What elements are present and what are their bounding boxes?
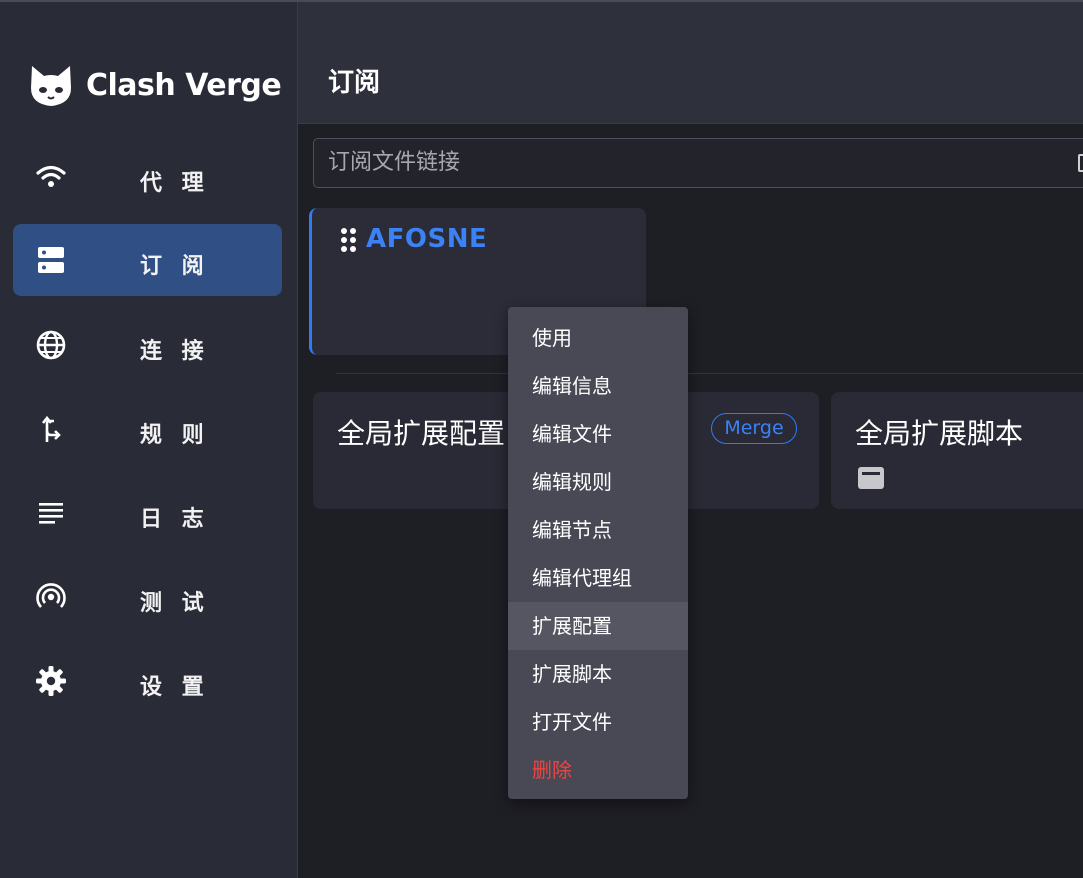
- menu-item-extend-script[interactable]: 扩展脚本: [508, 650, 688, 698]
- sidebar-item-label: 订 阅: [140, 254, 210, 279]
- sidebar: Clash Verge 代 理 订 阅 连 接 规 则 日 志 测 试 设 置: [0, 0, 298, 878]
- page-title: 订阅: [328, 68, 381, 98]
- merge-badge: Merge: [711, 413, 797, 444]
- sidebar-item-settings[interactable]: 设 置: [13, 645, 282, 717]
- sidebar-item-proxy[interactable]: 代 理: [13, 141, 282, 213]
- wifi-icon: [36, 165, 66, 187]
- broadcast-icon: [36, 583, 66, 608]
- menu-item-use[interactable]: 使用: [508, 314, 688, 362]
- menu-item-open-file[interactable]: 打开文件: [508, 698, 688, 746]
- sidebar-item-test[interactable]: 测 试: [13, 561, 282, 633]
- cat-logo-icon: [31, 66, 71, 106]
- sidebar-item-logs[interactable]: 日 志: [13, 477, 282, 549]
- fork-arrow-icon: [41, 415, 61, 442]
- sidebar-item-label: 测 试: [140, 591, 210, 616]
- menu-item-edit-proxy-groups[interactable]: 编辑代理组: [508, 554, 688, 602]
- sidebar-item-connections[interactable]: 连 接: [13, 309, 282, 381]
- lines-icon: [39, 503, 63, 524]
- script-icon: [858, 467, 884, 489]
- divider: [336, 373, 1083, 374]
- sidebar-item-label: 规 则: [140, 423, 210, 448]
- sidebar-item-label: 代 理: [140, 171, 210, 196]
- merge-card-title: 全局扩展配置: [337, 417, 506, 450]
- subscription-url-input[interactable]: 订阅文件链接: [313, 138, 1083, 188]
- gear-icon: [36, 666, 66, 696]
- script-card-title: 全局扩展脚本: [855, 417, 1024, 450]
- sidebar-item-label: 设 置: [140, 675, 210, 700]
- menu-item-edit-nodes[interactable]: 编辑节点: [508, 506, 688, 554]
- drag-handle-icon[interactable]: [341, 228, 357, 252]
- sidebar-item-label: 日 志: [140, 507, 210, 532]
- app-logo: Clash Verge: [26, 60, 282, 110]
- sidebar-item-rules[interactable]: 规 则: [13, 393, 282, 465]
- global-script-card[interactable]: 全局扩展脚本: [831, 392, 1083, 509]
- sidebar-item-subscription[interactable]: 订 阅: [13, 224, 282, 296]
- context-menu: 使用 编辑信息 编辑文件 编辑规则 编辑节点 编辑代理组 扩展配置 扩展脚本 打…: [508, 307, 688, 799]
- profile-name: AFOSNE: [366, 224, 488, 254]
- app-name: Clash Verge: [86, 67, 282, 103]
- paste-icon[interactable]: [1078, 154, 1083, 172]
- menu-item-delete[interactable]: 删除: [508, 746, 688, 794]
- page-header: 订阅: [298, 2, 1083, 124]
- sidebar-item-label: 连 接: [140, 339, 210, 364]
- globe-icon: [36, 330, 66, 360]
- menu-item-edit-file[interactable]: 编辑文件: [508, 410, 688, 458]
- menu-item-extend-config[interactable]: 扩展配置: [508, 602, 688, 650]
- menu-item-edit-info[interactable]: 编辑信息: [508, 362, 688, 410]
- app-window: Clash Verge 代 理 订 阅 连 接 规 则 日 志 测 试 设 置 …: [0, 0, 1083, 878]
- menu-item-edit-rules[interactable]: 编辑规则: [508, 458, 688, 506]
- dns-icon: [38, 247, 64, 273]
